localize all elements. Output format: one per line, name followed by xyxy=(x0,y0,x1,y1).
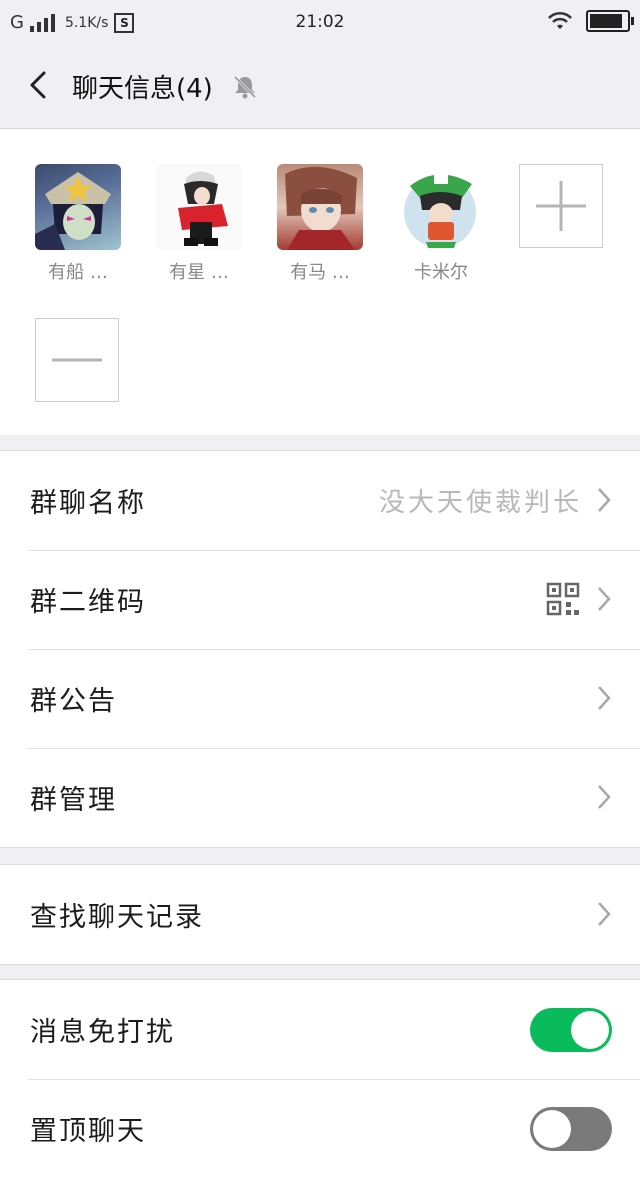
group-qrcode-row[interactable]: 群二维码 xyxy=(0,550,640,649)
row-label: 消息免打扰 xyxy=(30,1017,175,1048)
group-announcement-row[interactable]: 群公告 xyxy=(0,649,640,748)
row-label: 群聊名称 xyxy=(30,488,146,519)
member-name: 卡米尔 xyxy=(414,262,468,283)
chevron-right-icon xyxy=(598,785,611,809)
pin-toggle[interactable] xyxy=(530,1107,612,1151)
avatar xyxy=(277,164,363,250)
group-name-row[interactable]: 群聊名称 没大天使裁判长 xyxy=(0,451,640,550)
minus-icon xyxy=(52,358,102,362)
qr-code-icon xyxy=(546,582,580,616)
member-grid: 有船 … 有星 … 有马 … 卡米尔 xyxy=(0,129,640,435)
member-item[interactable]: 有船 … xyxy=(35,164,121,284)
avatar xyxy=(35,164,121,250)
page-title: 聊天信息(4) xyxy=(72,74,213,104)
battery-icon xyxy=(586,10,634,32)
avatar xyxy=(156,164,242,250)
group-management-row[interactable]: 群管理 xyxy=(0,748,640,847)
chevron-right-icon xyxy=(598,587,611,611)
mute-toggle[interactable] xyxy=(530,1008,612,1052)
back-arrow-icon[interactable] xyxy=(24,70,54,100)
row-label: 群二维码 xyxy=(30,587,146,618)
member-item[interactable]: 有马 … xyxy=(277,164,363,284)
member-item[interactable]: 卡米尔 xyxy=(398,164,484,284)
member-name: 有星 … xyxy=(169,262,229,283)
member-name: 有马 … xyxy=(290,262,350,283)
member-name: 有船 … xyxy=(48,262,108,283)
row-label: 查找聊天记录 xyxy=(30,902,204,933)
title-bar: 聊天信息(4) xyxy=(0,44,640,129)
row-label: 置顶聊天 xyxy=(30,1116,146,1147)
toggle-knob xyxy=(533,1110,571,1148)
group-name-value: 没大天使裁判长 xyxy=(378,488,582,518)
chevron-right-icon xyxy=(598,902,611,926)
toggle-knob xyxy=(571,1011,609,1049)
chevron-right-icon xyxy=(598,686,611,710)
group-settings-section: 群聊名称 没大天使裁判长 群二维码 群公告 群管理 xyxy=(0,450,640,848)
mute-notifications-row: 消息免打扰 xyxy=(0,980,640,1079)
clock: 21:02 xyxy=(295,12,345,32)
row-label: 群管理 xyxy=(30,785,117,816)
wifi-icon xyxy=(548,11,572,29)
remove-member-button[interactable] xyxy=(35,318,119,402)
pin-chat-row: 置顶聊天 xyxy=(0,1079,640,1178)
search-history-section: 查找聊天记录 xyxy=(0,864,640,965)
status-bar: G 5.1K/s S 21:02 xyxy=(0,0,640,44)
mute-bell-icon xyxy=(233,75,257,99)
plus-icon xyxy=(536,181,586,231)
add-member-button[interactable] xyxy=(519,164,603,248)
row-label: 群公告 xyxy=(30,686,117,717)
search-chat-history-row[interactable]: 查找聊天记录 xyxy=(0,865,640,964)
notification-section: 消息免打扰 置顶聊天 xyxy=(0,979,640,1178)
chevron-right-icon xyxy=(598,488,611,512)
member-item[interactable]: 有星 … xyxy=(156,164,242,284)
avatar xyxy=(398,164,484,250)
